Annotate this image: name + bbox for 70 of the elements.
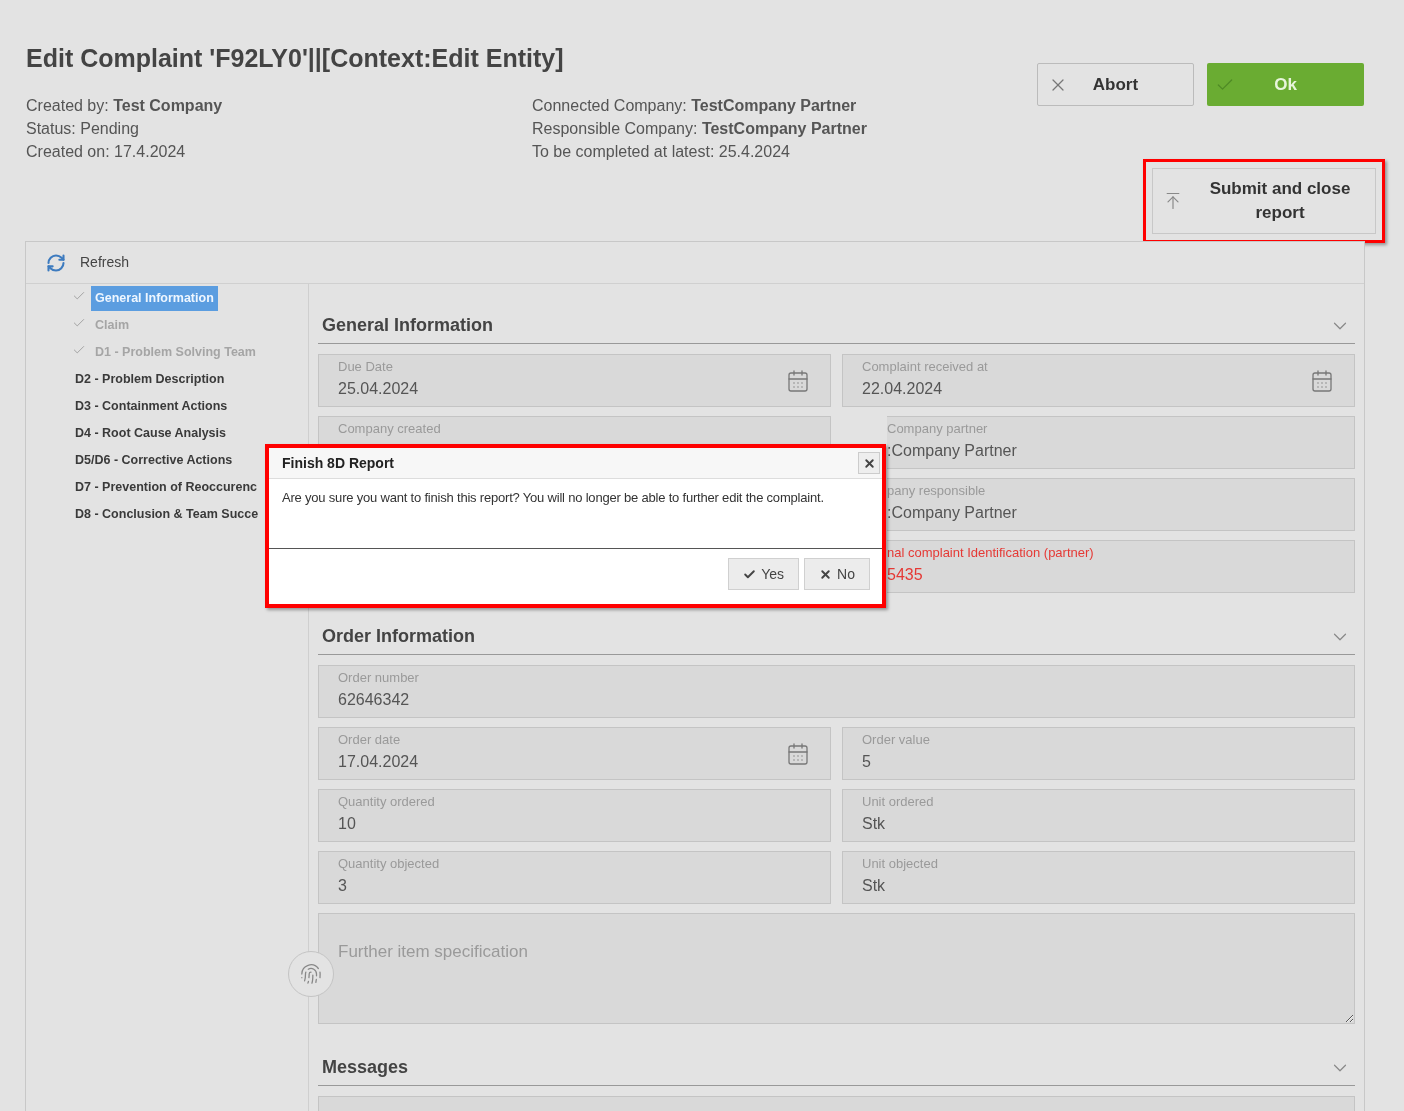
field-value: 10	[338, 814, 356, 834]
form-field[interactable]: Quantity ordered 10	[318, 789, 831, 842]
section-header[interactable]: Order Information	[318, 619, 1355, 655]
nav-item[interactable]: D2 - Problem Description	[71, 367, 229, 392]
field-value: 5	[862, 752, 871, 772]
field-label: Company partner	[887, 420, 988, 438]
field-label: Order value	[862, 731, 930, 749]
info-line: Created on: 17.4.2024	[26, 142, 186, 162]
form-field[interactable]: nal complaint Identification (partner) 5435	[887, 540, 1355, 593]
field-label: Order date	[338, 731, 401, 749]
field-label: nal complaint Identification (partner)	[887, 544, 1094, 562]
field-value: 25.04.2024	[338, 379, 419, 399]
form-field[interactable]: Company partner :Company Partner	[887, 416, 1355, 469]
info-line: Connected Company: TestCompany Partner	[532, 96, 857, 116]
dialog-message: Are you sure you want to finish this report? You will no longer be able to further edit the complaint.	[269, 479, 882, 549]
field-value: Stk	[862, 876, 886, 896]
form-field[interactable]: Order number 62646342	[318, 665, 1355, 718]
form-field[interactable]: Unit objected Stk	[842, 851, 1355, 904]
refresh-button[interactable]: Refresh	[46, 252, 130, 273]
field-value: 62646342	[338, 690, 410, 710]
form-field[interactable]: pany responsible :Company Partner	[887, 478, 1355, 531]
fingerprint-icon	[300, 963, 322, 985]
close-icon	[862, 456, 876, 470]
info-line: Responsible Company: TestCompany Partner	[532, 119, 867, 139]
info-line: To be completed at latest: 25.4.2024	[532, 142, 790, 162]
field-label: Quantity objected	[338, 855, 440, 873]
field-label: Company created	[338, 420, 441, 438]
form-field[interactable]: Unit ordered Stk	[842, 789, 1355, 842]
section-header[interactable]: General Information	[318, 308, 1355, 344]
nav-item[interactable]: D8 - Conclusion & Team Succe	[71, 502, 263, 527]
field-label: Due Date	[338, 358, 393, 376]
submit-button[interactable]: Submit and close report	[1152, 168, 1376, 234]
form-field[interactable]: Due Date 25.04.2024	[318, 354, 831, 407]
info-line: Status: Pending	[26, 119, 139, 139]
field-label: pany responsible	[887, 482, 986, 500]
form-field[interactable]: Quantity objected 3	[318, 851, 831, 904]
check-icon	[743, 567, 757, 581]
abort-button[interactable]: Abort	[1037, 63, 1194, 106]
field-value: Stk	[862, 814, 886, 834]
nav-item[interactable]: D3 - Containment Actions	[71, 394, 232, 419]
field-label: Complaint received at	[862, 358, 988, 376]
nav-item[interactable]: D4 - Root Cause Analysis	[71, 421, 230, 446]
no-button[interactable]: No	[804, 558, 870, 590]
field-value: 22.04.2024	[862, 379, 943, 399]
field-label: Unit ordered	[862, 793, 934, 811]
nav-item[interactable]: D7 - Prevention of Reoccurenc	[71, 475, 261, 500]
page-title: Edit Complaint 'F92LY0'||[Context:Edit Entity]	[26, 43, 565, 74]
calendar-icon[interactable]	[786, 369, 810, 393]
section-header[interactable]: Messages	[318, 1050, 1355, 1086]
message-field[interactable]	[318, 1096, 1355, 1111]
refresh-icon	[46, 252, 66, 273]
specification-field[interactable]: Further item specification	[318, 913, 1355, 1024]
field-label: Order number	[338, 669, 419, 687]
calendar-icon[interactable]	[1310, 369, 1334, 393]
field-value: :Company Partner	[887, 441, 1017, 461]
form-field[interactable]: Order date 17.04.2024	[318, 727, 831, 780]
field-value: 17.04.2024	[338, 752, 419, 772]
form-field[interactable]: Order value 5	[842, 727, 1355, 780]
field-value: :Company Partner	[887, 503, 1017, 523]
form-field[interactable]: Complaint received at 22.04.2024	[842, 354, 1355, 407]
field-label: Unit objected	[862, 855, 938, 873]
calendar-icon[interactable]	[786, 742, 810, 766]
info-line: Created by: Test Company	[26, 96, 223, 116]
yes-button[interactable]: Yes	[728, 558, 800, 590]
field-label: Quantity ordered	[338, 793, 435, 811]
nav-item[interactable]: D5/D6 - Corrective Actions	[71, 448, 237, 473]
close-icon	[819, 567, 833, 581]
close-button[interactable]	[858, 452, 880, 474]
field-value: 5435	[887, 565, 923, 585]
field-value: 3	[338, 876, 347, 896]
